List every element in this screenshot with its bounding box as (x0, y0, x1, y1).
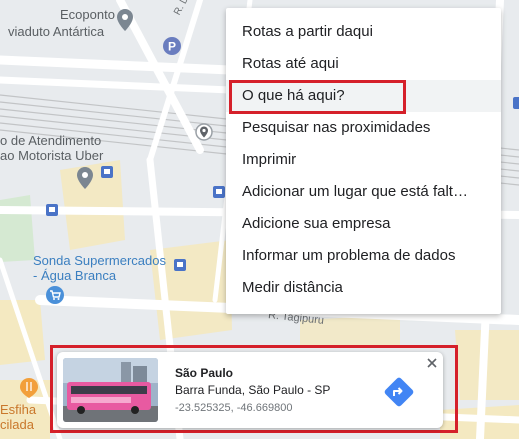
menu-item-report-data-problem[interactable]: Informar um problema de dados (226, 240, 501, 272)
menu-item-add-missing-place[interactable]: Adicionar um lugar que está falt… (226, 176, 501, 208)
poi-label-sonda-2[interactable]: - Água Branca (33, 268, 116, 284)
poi-label-sonda-1[interactable]: Sonda Supermercados (33, 253, 166, 269)
location-info-card[interactable]: São Paulo Barra Funda, São Paulo - SP -2… (57, 352, 443, 428)
map-pin-icon[interactable] (117, 9, 133, 31)
poi-label-esfiha-1[interactable]: Esfiha (0, 402, 36, 418)
location-title: São Paulo (175, 366, 234, 380)
location-address: Barra Funda, São Paulo - SP (175, 383, 331, 397)
restaurant-icon[interactable] (20, 378, 38, 398)
poi-label-ecoponto[interactable]: Ecoponto (60, 7, 115, 23)
menu-item-directions-to-here[interactable]: Rotas até aqui (226, 48, 501, 80)
poi-label-viaduto[interactable]: viaduto Antártica (8, 24, 104, 40)
menu-item-directions-from-here[interactable]: Rotas a partir daqui (226, 16, 501, 48)
bus-stop-icon[interactable] (46, 204, 58, 216)
menu-item-measure-distance[interactable]: Medir distância (226, 272, 501, 304)
parking-icon[interactable]: P (162, 36, 182, 56)
svg-text:P: P (168, 40, 176, 54)
menu-item-search-nearby[interactable]: Pesquisar nas proximidades (226, 112, 501, 144)
shopping-cart-icon[interactable] (45, 285, 65, 305)
directions-icon[interactable] (384, 377, 414, 407)
bus-stop-icon[interactable] (101, 166, 113, 178)
poi-label-esfiha-2[interactable]: cilada (0, 417, 34, 433)
menu-item-add-business[interactable]: Adicione sua empresa (226, 208, 501, 240)
location-photo[interactable] (63, 358, 158, 422)
poi-label-atendimento-2[interactable]: ao Motorista Uber (0, 148, 103, 164)
menu-item-print[interactable]: Imprimir (226, 144, 501, 176)
location-coordinates[interactable]: -23.525325, -46.669800 (175, 402, 292, 414)
map-pin-icon[interactable] (77, 167, 93, 189)
bus-stop-icon[interactable] (213, 186, 225, 198)
highlight-annotation (229, 80, 406, 114)
dropped-pin-icon[interactable] (195, 123, 213, 141)
bus-stop-icon[interactable] (513, 97, 519, 109)
close-icon[interactable] (425, 356, 439, 370)
poi-label-atendimento-1[interactable]: o de Atendimento (0, 133, 101, 149)
bus-stop-icon[interactable] (174, 259, 186, 271)
context-menu: Rotas a partir daqui Rotas até aqui O qu… (226, 8, 501, 314)
